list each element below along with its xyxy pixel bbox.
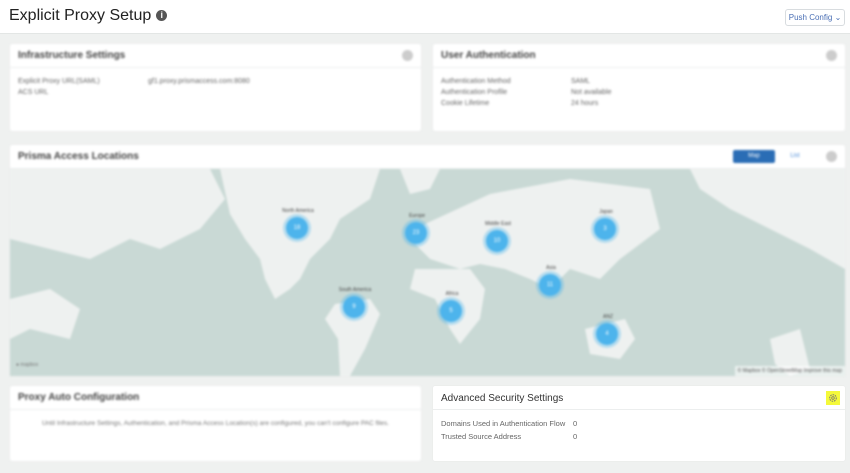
cluster-marker[interactable]: 10	[486, 230, 508, 252]
proxy-auto-configuration-card: Proxy Auto Configuration Until Infrastru…	[10, 386, 421, 461]
info-icon[interactable]: i	[156, 10, 168, 21]
list-item: ACS URL	[18, 89, 49, 96]
chevron-down-icon: ⌄	[834, 13, 842, 22]
cluster-marker[interactable]: 9	[343, 296, 365, 318]
user-authentication-card: User Authentication Authentication Metho…	[433, 44, 845, 131]
list-item: Authentication Method SAML	[441, 78, 591, 85]
cluster-marker[interactable]: 5	[440, 300, 462, 322]
card-title: Prisma Access Locations	[10, 145, 845, 169]
list-item: Explicit Proxy URL(SAML) gf1.proxy.prisma…	[18, 78, 250, 85]
card-title: User Authentication	[433, 44, 845, 68]
advanced-security-settings-card: Advanced Security Settings Domains Used …	[433, 386, 845, 461]
page-title: Explicit Proxy Setup i	[9, 7, 168, 25]
gear-icon[interactable]	[826, 50, 837, 61]
world-map[interactable]: North America 18 Europe 23 Middle East 1…	[10, 169, 845, 376]
gear-icon[interactable]	[826, 391, 840, 405]
cluster-marker[interactable]: 23	[405, 222, 427, 244]
card-title: Infrastructure Settings	[10, 44, 421, 68]
prisma-access-locations-card: Prisma Access Locations Map List North A…	[10, 145, 845, 376]
card-title: Advanced Security Settings	[433, 386, 845, 410]
cluster-marker[interactable]: 18	[286, 217, 308, 239]
cluster-marker[interactable]: 11	[539, 274, 561, 296]
gear-icon[interactable]	[826, 151, 837, 162]
pac-message: Until Infrastructure Settings, Authentic…	[42, 420, 389, 427]
list-view-button[interactable]: List	[780, 150, 810, 163]
list-item: Authentication Profile Not available	[441, 89, 612, 96]
infrastructure-settings-card: Infrastructure Settings Explicit Proxy U…	[10, 44, 421, 131]
cluster-marker[interactable]: 3	[594, 218, 616, 240]
map-attribution[interactable]: © Mapbox © OpenStreetMap Improve this ma…	[734, 366, 845, 376]
mapbox-logo: ● mapbox	[16, 362, 39, 368]
list-item: Trusted Source Address 0	[441, 432, 578, 441]
push-config-button[interactable]: Push Config ⌄	[785, 9, 845, 26]
card-title: Proxy Auto Configuration	[10, 386, 421, 410]
gear-icon[interactable]	[402, 50, 413, 61]
page-header: Explicit Proxy Setup i Push Config ⌄	[0, 0, 850, 34]
cluster-marker[interactable]: 4	[596, 323, 618, 345]
list-item: Domains Used in Authentication Flow 0	[441, 419, 578, 428]
map-view-button[interactable]: Map	[733, 150, 775, 163]
list-item: Cookie Lifetime 24 hours	[441, 100, 599, 107]
map-land	[10, 169, 845, 376]
